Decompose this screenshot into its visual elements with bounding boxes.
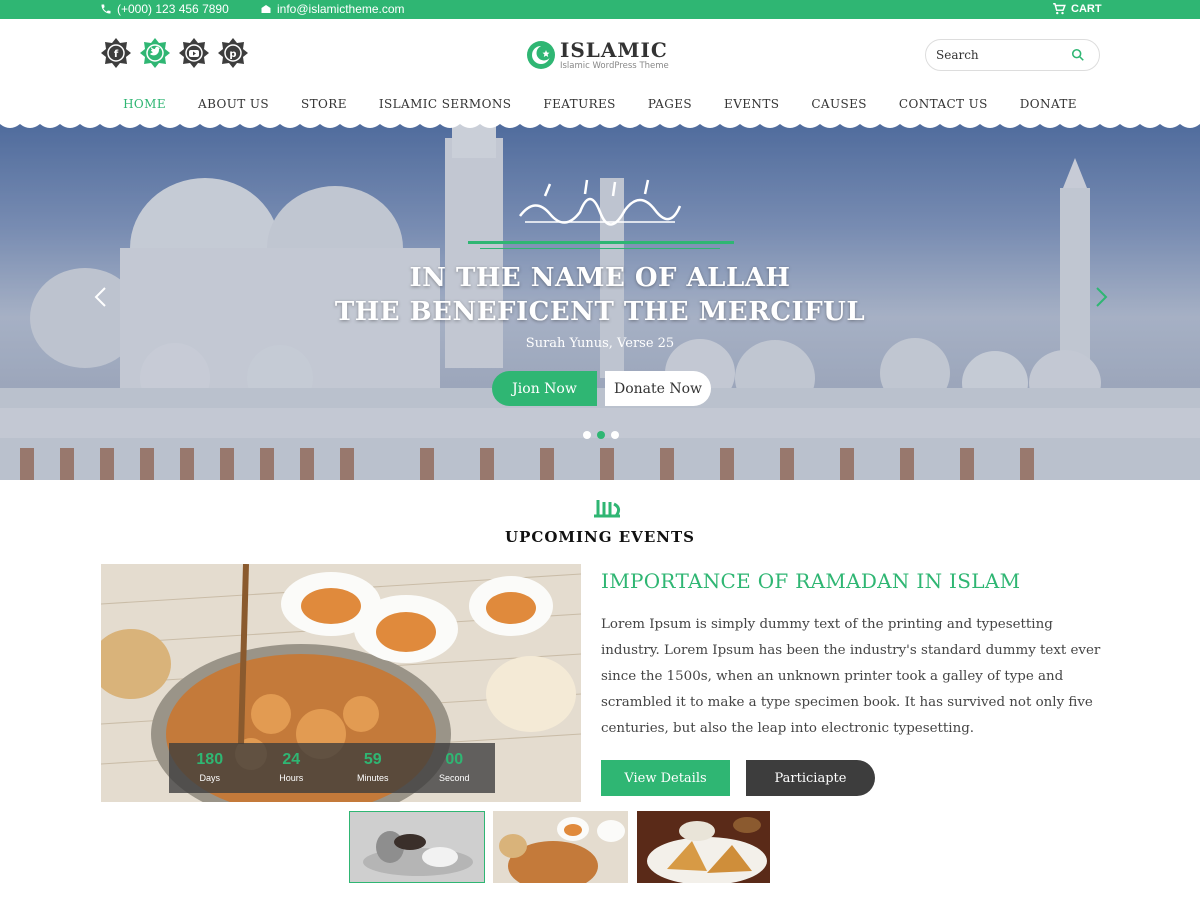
nav-causes[interactable]: CAUSES <box>811 97 867 111</box>
nav-events[interactable]: EVENTS <box>724 97 779 111</box>
cart-link[interactable]: CART <box>1052 2 1102 16</box>
chevron-right-icon[interactable] <box>1092 286 1110 308</box>
section-title: UPCOMING EVENTS <box>505 528 695 546</box>
nav-pages[interactable]: PAGES <box>648 97 692 111</box>
nav-donate[interactable]: DONATE <box>1020 97 1077 111</box>
youtube-icon[interactable] <box>178 37 210 69</box>
nav-home[interactable]: HOME <box>123 97 166 111</box>
phone-icon <box>101 4 111 14</box>
countdown-days: 180 Days <box>169 743 251 793</box>
countdown-hours-label: Hours <box>279 773 304 783</box>
crescent-star-icon <box>527 41 555 69</box>
twitter-icon[interactable] <box>139 37 171 69</box>
event-thumbnail-1[interactable] <box>349 811 485 883</box>
main-nav: HOME ABOUT US STORE ISLAMIC SERMONS FEAT… <box>0 97 1200 111</box>
svg-text:f: f <box>114 49 119 60</box>
slider-dot-3[interactable] <box>611 431 619 439</box>
countdown-seconds-value: 00 <box>445 751 464 768</box>
event-thumbnail-2[interactable] <box>493 811 628 883</box>
search-input[interactable] <box>936 45 1066 65</box>
scallop-border <box>0 118 1200 128</box>
hero-title-line2: THE BENEFICENT THE MERCIFUL <box>334 297 866 327</box>
countdown-minutes-value: 59 <box>363 751 382 768</box>
social-links: f p <box>100 37 249 69</box>
nav-contact-us[interactable]: CONTACT US <box>899 97 988 111</box>
logo-name: ISLAMIC <box>560 38 668 62</box>
pinterest-icon[interactable]: p <box>217 37 249 69</box>
event-thumbnail-3[interactable] <box>637 811 770 883</box>
view-details-button[interactable]: View Details <box>601 760 730 796</box>
svg-text:p: p <box>229 49 236 60</box>
top-bar: (+000) 123 456 7890 info@islamictheme.co… <box>0 0 1200 19</box>
participate-button[interactable]: Particiapte <box>746 760 875 796</box>
join-now-button[interactable]: Jion Now <box>492 371 597 406</box>
logo-tagline: Islamic WordPress Theme <box>560 61 669 71</box>
hero-title-line1: IN THE NAME OF ALLAH <box>409 263 791 293</box>
samosa-thumbnail-image <box>637 811 770 883</box>
countdown-seconds: 00 Second <box>414 743 496 793</box>
search-box <box>925 39 1100 71</box>
chevron-left-icon[interactable] <box>92 286 110 308</box>
countdown-minutes: 59 Minutes <box>332 743 414 793</box>
donate-now-button[interactable]: Donate Now <box>605 371 711 406</box>
facebook-icon[interactable]: f <box>100 37 132 69</box>
nav-about-us[interactable]: ABOUT US <box>198 97 269 111</box>
slider-dots <box>583 431 619 439</box>
event-countdown: 180 Days 24 Hours 59 Minutes 00 Second <box>169 743 495 793</box>
countdown-days-label: Days <box>199 773 220 783</box>
phone-number: (+000) 123 456 7890 <box>117 2 229 16</box>
nav-islamic-sermons[interactable]: ISLAMIC SERMONS <box>379 97 511 111</box>
cart-label: CART <box>1071 3 1102 15</box>
countdown-days-value: 180 <box>196 751 224 768</box>
event-image[interactable]: 180 Days 24 Hours 59 Minutes 00 Second <box>101 564 581 802</box>
envelope-icon <box>261 5 271 13</box>
nav-store[interactable]: STORE <box>301 97 347 111</box>
site-logo[interactable]: ISLAMIC Islamic WordPress Theme <box>526 38 686 74</box>
hero-verse: Surah Yunus, Verse 25 <box>525 336 675 351</box>
email-contact[interactable]: info@islamictheme.com <box>260 2 405 16</box>
slider-dot-1[interactable] <box>583 431 591 439</box>
slider-dot-2[interactable] <box>597 431 605 439</box>
countdown-hours: 24 Hours <box>251 743 333 793</box>
search-icon[interactable] <box>1071 48 1085 62</box>
hero-slider: IN THE NAME OF ALLAH THE BENEFICENT THE … <box>0 118 1200 480</box>
food-thumbnail-image <box>493 811 628 883</box>
countdown-minutes-label: Minutes <box>356 773 389 783</box>
bismillah-calligraphy-image <box>519 179 682 226</box>
tea-set-thumbnail-image <box>350 812 484 882</box>
nav-features[interactable]: FEATURES <box>543 97 615 111</box>
email-address: info@islamictheme.com <box>277 2 405 16</box>
countdown-hours-value: 24 <box>282 751 301 768</box>
phone-contact[interactable]: (+000) 123 456 7890 <box>100 2 229 16</box>
hero-divider <box>468 241 734 244</box>
hero-divider-thin <box>480 248 720 249</box>
event-description: Lorem Ipsum is simply dummy text of the … <box>601 617 1101 736</box>
event-title[interactable]: IMPORTANCE OF RAMADAN IN ISLAM <box>601 569 1020 593</box>
countdown-seconds-label: Second <box>438 773 470 783</box>
hero-title: IN THE NAME OF ALLAH THE BENEFICENT THE … <box>0 261 1200 329</box>
cart-icon <box>1053 3 1066 15</box>
allah-calligraphy-icon <box>594 500 621 518</box>
